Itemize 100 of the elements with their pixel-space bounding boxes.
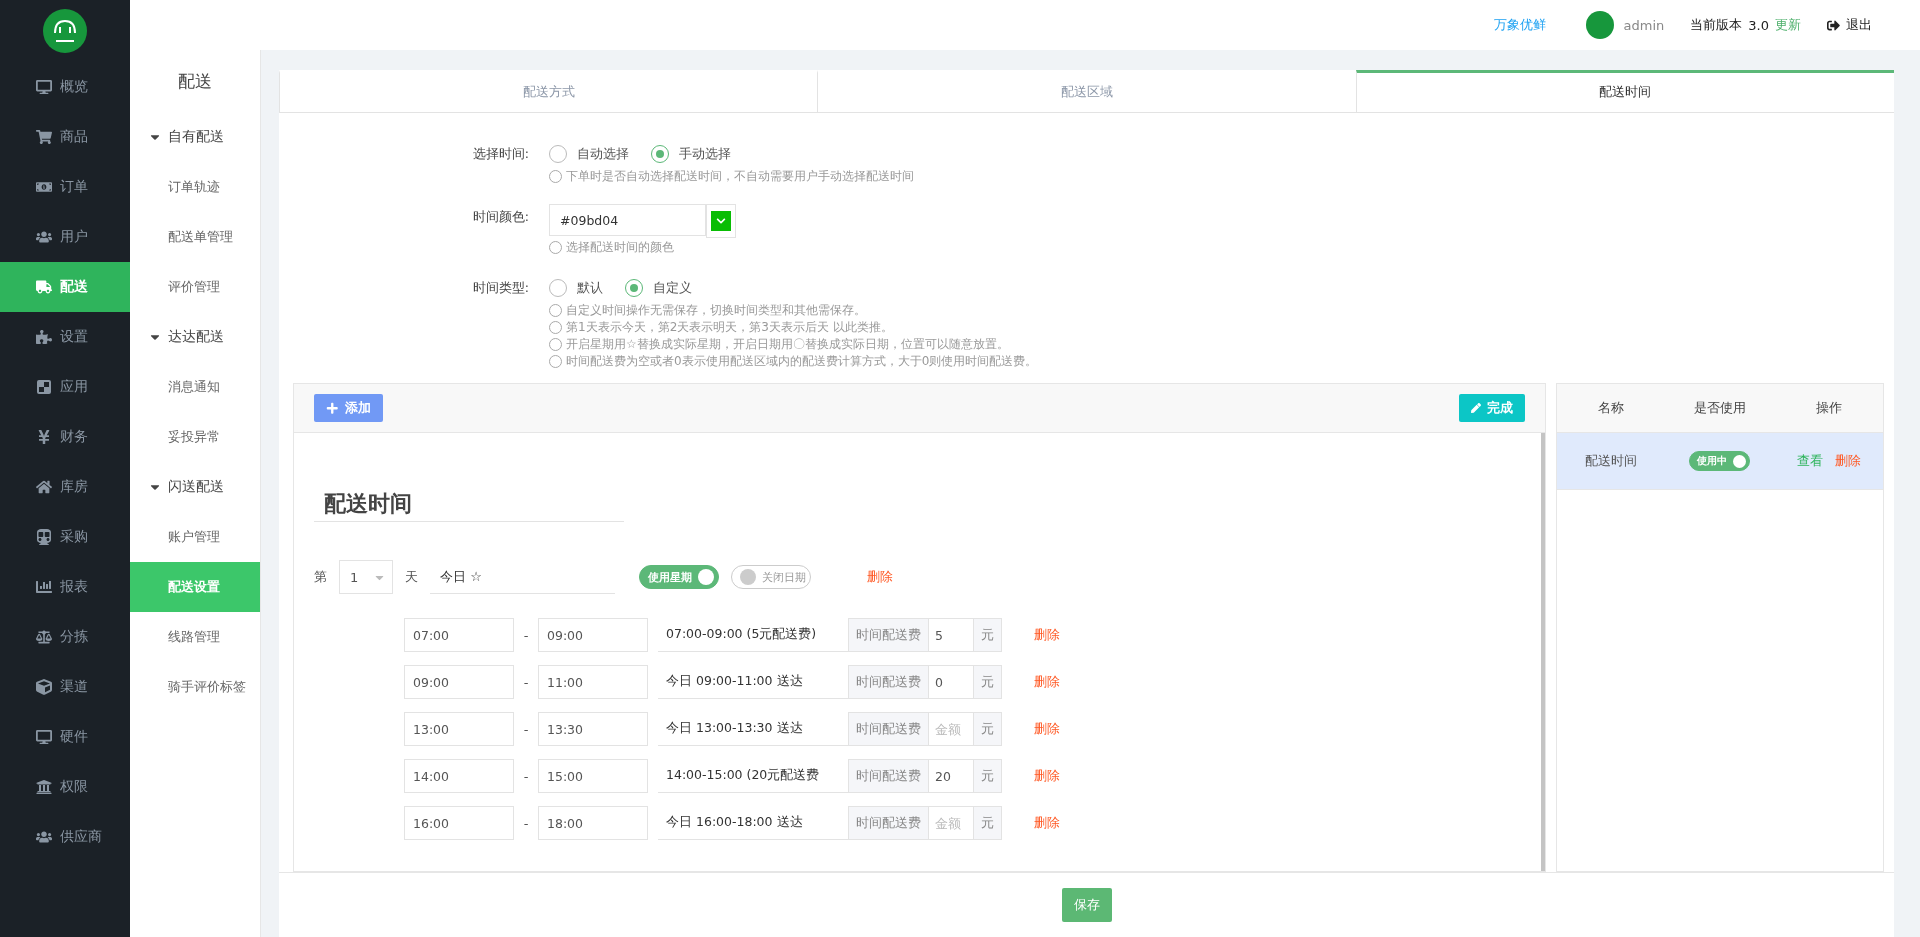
- cube-icon: [36, 679, 52, 695]
- fee-label: 时间配送费: [848, 618, 929, 652]
- version-label: 当前版本: [1690, 16, 1743, 34]
- dash: -: [522, 815, 530, 831]
- app-icon: [36, 379, 52, 395]
- subnav-item[interactable]: 消息通知: [130, 362, 260, 412]
- logout-icon: [1827, 18, 1840, 32]
- pencil-icon: [1471, 403, 1481, 413]
- nav-item[interactable]: 库房: [0, 462, 130, 512]
- end-time-input[interactable]: 09:00: [538, 618, 648, 652]
- day-prefix: 第: [314, 568, 327, 586]
- nav-item[interactable]: 财务: [0, 412, 130, 462]
- nav-item[interactable]: 商品: [0, 112, 130, 162]
- nav-item[interactable]: 订单: [0, 162, 130, 212]
- start-time-input[interactable]: 16:00: [404, 806, 514, 840]
- delete-link[interactable]: 删除: [1034, 720, 1060, 738]
- radio-option[interactable]: 自定义: [625, 279, 692, 297]
- unit-label: 元: [973, 806, 1002, 840]
- end-time-input[interactable]: 11:00: [538, 665, 648, 699]
- start-time-input[interactable]: 07:00: [404, 618, 514, 652]
- column-header: 名称: [1597, 399, 1626, 417]
- hint-text: 选择配送时间的颜色: [566, 240, 674, 255]
- fee-label: 时间配送费: [848, 712, 929, 746]
- fee-label: 时间配送费: [848, 665, 929, 699]
- train-icon: [36, 529, 52, 545]
- hint-text: 自定义时间操作无需保存，切换时间类型和其他需保存。: [566, 303, 866, 318]
- subnav-item[interactable]: 骑手评价标签: [130, 662, 260, 712]
- fee-input[interactable]: 20: [929, 759, 973, 793]
- plus-icon: [326, 401, 339, 415]
- radio-option[interactable]: 自动选择: [549, 145, 629, 163]
- hint-text: 第1天表示今天，第2天表示明天，第3天表示后天 以此类推。: [566, 320, 893, 335]
- day-select[interactable]: 1: [339, 560, 393, 594]
- end-time-input[interactable]: 15:00: [538, 759, 648, 793]
- banknote-icon: [36, 179, 52, 195]
- avatar: [1585, 11, 1614, 39]
- subnav-item[interactable]: 配送单管理: [130, 212, 260, 262]
- column-header: 是否使用: [1693, 399, 1747, 417]
- nav-item[interactable]: 权限: [0, 762, 130, 812]
- section-title: 配送时间: [314, 489, 624, 522]
- nav-item[interactable]: 分拣: [0, 612, 130, 662]
- delete-link[interactable]: 删除: [867, 568, 893, 586]
- column-header: 操作: [1814, 399, 1843, 417]
- nav-item[interactable]: 概览: [0, 62, 130, 112]
- subnav-item[interactable]: 线路管理: [130, 612, 260, 662]
- subnav-item[interactable]: 妥投异常: [130, 412, 260, 462]
- nav-item[interactable]: 报表: [0, 562, 130, 612]
- dash: -: [522, 674, 530, 690]
- bank-icon: [36, 779, 52, 795]
- tab[interactable]: 配送时间: [1355, 70, 1894, 112]
- start-time-input[interactable]: 09:00: [404, 665, 514, 699]
- username: admin: [1623, 17, 1665, 33]
- dash: -: [522, 721, 530, 737]
- color-input[interactable]: #09bd04: [549, 204, 706, 236]
- end-time-input[interactable]: 13:30: [538, 712, 648, 746]
- monitor-icon: [36, 79, 52, 95]
- fee-input[interactable]: 金额: [929, 806, 973, 840]
- radio-option[interactable]: 默认: [549, 279, 603, 297]
- fee-label: 时间配送费: [848, 759, 929, 793]
- field-label: 时间颜色:: [471, 208, 530, 226]
- hint-text: 时间配送费为空或者0表示使用配送区域内的配送费计算方式，大于0则使用时间配送费。: [566, 354, 1038, 369]
- nav-item[interactable]: 应用: [0, 362, 130, 412]
- nav-item[interactable]: 供应商: [0, 812, 130, 862]
- nav-item[interactable]: 硬件: [0, 712, 130, 762]
- fee-input[interactable]: 金额: [929, 712, 973, 746]
- fee-input[interactable]: 5: [929, 618, 973, 652]
- end-time-input[interactable]: 18:00: [538, 806, 648, 840]
- nav-item[interactable]: 渠道: [0, 662, 130, 712]
- yen-icon: [36, 429, 52, 445]
- start-time-input[interactable]: 14:00: [404, 759, 514, 793]
- delete-link[interactable]: 删除: [1034, 626, 1060, 644]
- start-time-input[interactable]: 13:00: [404, 712, 514, 746]
- scale-icon: [36, 629, 52, 645]
- subnav-item[interactable]: 账户管理: [130, 512, 260, 562]
- nav-item[interactable]: 用户: [0, 212, 130, 262]
- subnav-item[interactable]: 评价管理: [130, 262, 260, 312]
- users-icon: [36, 829, 52, 845]
- logout-link[interactable]: 退出: [1827, 16, 1872, 34]
- nav-item[interactable]: 设置: [0, 312, 130, 362]
- table-cell: 配送时间: [1585, 452, 1638, 470]
- subnav-title: 配送: [177, 69, 213, 93]
- logo: [43, 9, 87, 53]
- truck-icon: [36, 279, 52, 295]
- delete-link[interactable]: 删除: [1034, 814, 1060, 832]
- nav-item[interactable]: 采购: [0, 512, 130, 562]
- puzzle-icon: [36, 329, 52, 345]
- delete-link[interactable]: 删除: [1034, 767, 1060, 785]
- radio-option[interactable]: 手动选择: [651, 145, 731, 163]
- color-picker-button[interactable]: [706, 204, 736, 238]
- subnav-group[interactable]: 自有配送: [130, 112, 260, 162]
- subnav-group[interactable]: 达达配送: [130, 312, 260, 362]
- subnav-item[interactable]: 订单轨迹: [130, 162, 260, 212]
- dash: -: [522, 768, 530, 784]
- subnav-group[interactable]: 闪送配送: [130, 462, 260, 512]
- bar-chart-icon: [36, 579, 52, 595]
- cart-icon: [36, 129, 52, 145]
- unit-label: 元: [973, 759, 1002, 793]
- unit-label: 元: [973, 618, 1002, 652]
- fee-input[interactable]: 0: [929, 665, 973, 699]
- unit-label: 元: [973, 665, 1002, 699]
- delete-link[interactable]: 删除: [1034, 673, 1060, 691]
